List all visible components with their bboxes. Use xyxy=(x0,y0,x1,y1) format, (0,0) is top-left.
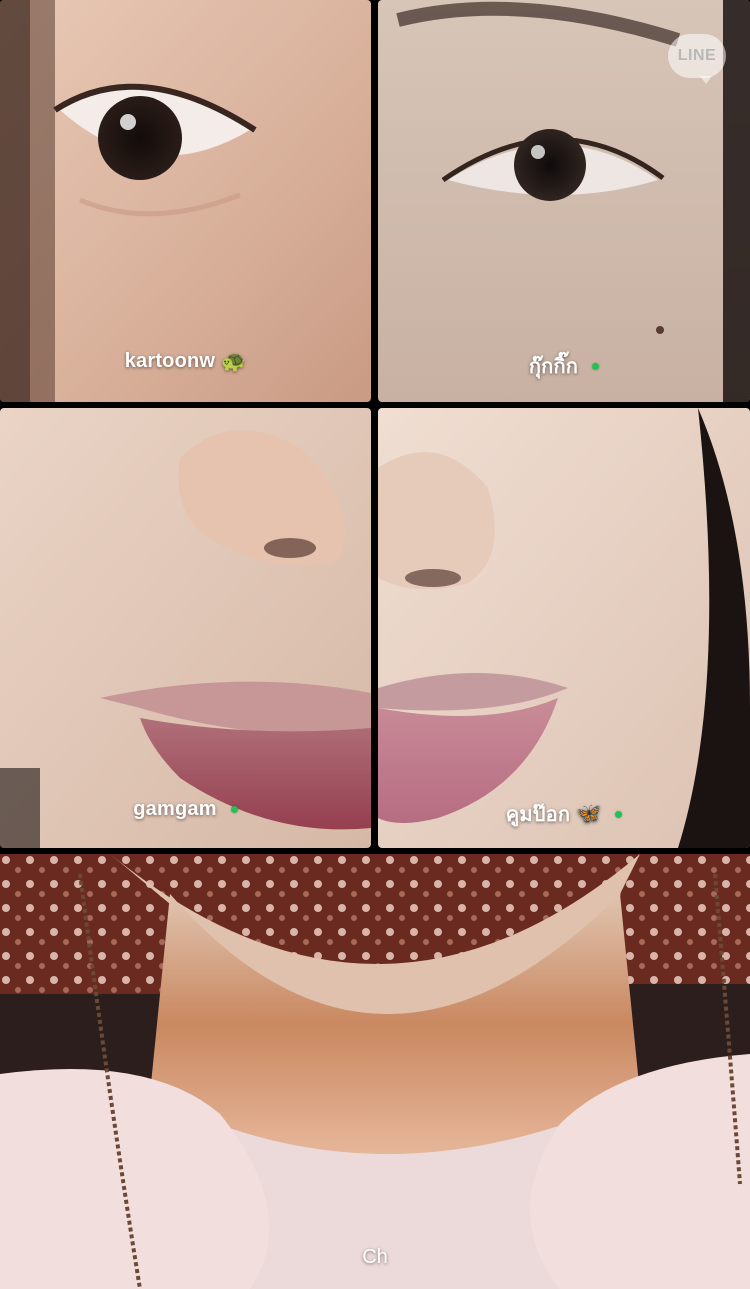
participant-name-text: คูมป๊อก xyxy=(505,804,571,826)
online-status-icon xyxy=(615,810,623,818)
participant-tile-kumpok[interactable]: คูมป๊อก 🦋 xyxy=(378,408,750,848)
participant-name: คูมป๊อก 🦋 xyxy=(378,798,750,830)
line-logo-text: LINE xyxy=(677,47,717,64)
online-status-icon xyxy=(230,806,238,813)
self-view-label: Ch xyxy=(362,1246,388,1268)
participant-tile-kukkik[interactable]: LINE กุ๊กกิ๊ก xyxy=(378,0,750,402)
video-feed xyxy=(0,408,371,848)
participant-name-text: kartoonw xyxy=(124,350,216,372)
participant-name-text: กุ๊กกิ๊ก xyxy=(528,356,579,378)
video-feed xyxy=(378,408,750,848)
turtle-icon: 🐢 xyxy=(221,350,247,373)
participant-tile-kartoonw[interactable]: kartoonw 🐢 xyxy=(0,0,371,402)
participant-name-text: gamgam xyxy=(133,798,217,820)
self-view-tile[interactable]: Ch xyxy=(0,854,750,1289)
video-feed xyxy=(0,0,371,402)
participant-tile-gamgam[interactable]: gamgam xyxy=(0,408,371,848)
line-logo-icon: LINE xyxy=(668,34,726,84)
participant-name: กุ๊กกิ๊ก xyxy=(378,350,750,382)
video-feed xyxy=(0,854,750,1289)
participant-name: gamgam xyxy=(0,798,371,821)
online-status-icon xyxy=(592,362,600,370)
butterfly-icon: 🦋 xyxy=(576,803,602,825)
participant-name: kartoonw 🐢 xyxy=(0,350,371,373)
